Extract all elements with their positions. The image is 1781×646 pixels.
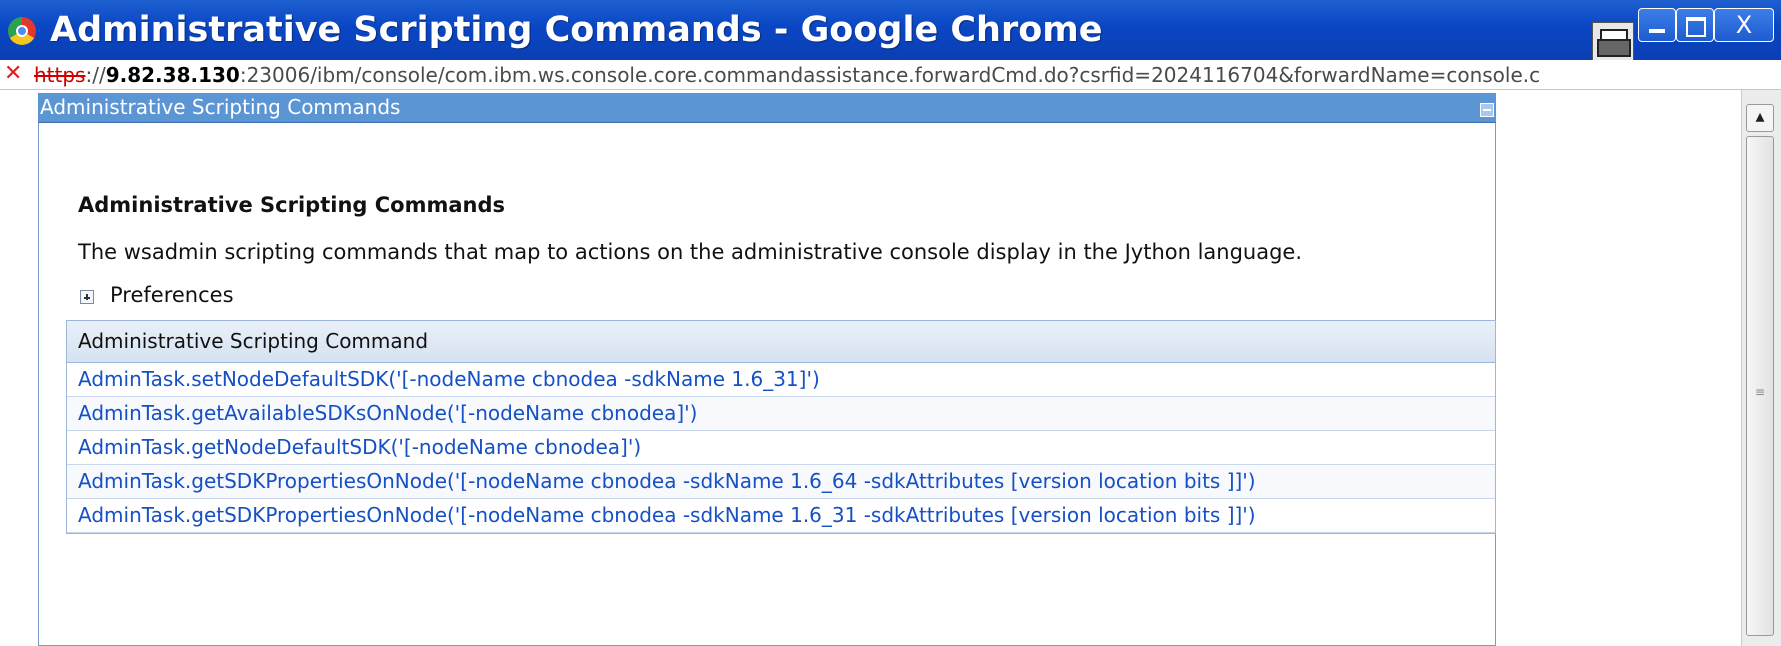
url-path: :23006/ibm/console/com.ibm.ws.console.co…: [239, 63, 1541, 87]
close-icon: X: [1735, 11, 1753, 39]
url-text[interactable]: https://9.82.38.130:23006/ibm/console/co…: [34, 62, 1540, 88]
table-header: Administrative Scripting Command: [67, 321, 1495, 363]
address-bar[interactable]: ✕ https://9.82.38.130:23006/ibm/console/…: [0, 60, 1781, 90]
printer-icon[interactable]: [1592, 22, 1634, 62]
expand-plus-icon[interactable]: [80, 290, 94, 304]
page-heading: Administrative Scripting Commands: [78, 193, 506, 217]
table-row: AdminTask.setNodeDefaultSDK('[-nodeName …: [67, 363, 1495, 397]
command-link[interactable]: AdminTask.getSDKPropertiesOnNode('[-node…: [78, 503, 1256, 527]
command-link[interactable]: AdminTask.setNodeDefaultSDK('[-nodeName …: [78, 367, 820, 391]
window-title: Administrative Scripting Commands - Goog…: [50, 10, 1103, 50]
url-separator: ://: [85, 63, 106, 87]
scroll-thumb[interactable]: ≡: [1746, 136, 1774, 636]
page-content: Administrative Scripting Commands Admini…: [0, 90, 1741, 646]
portlet-header: Administrative Scripting Commands: [38, 93, 1496, 123]
portlet-title: Administrative Scripting Commands: [40, 95, 401, 119]
page-description: The wsadmin scripting commands that map …: [78, 240, 1303, 264]
table-row: AdminTask.getNodeDefaultSDK('[-nodeName …: [67, 431, 1495, 465]
maximize-button[interactable]: [1676, 8, 1714, 42]
preferences-toggle[interactable]: Preferences: [80, 283, 234, 307]
collapse-portlet-button[interactable]: [1480, 103, 1494, 117]
url-host: 9.82.38.130: [105, 63, 240, 87]
command-link[interactable]: AdminTask.getSDKPropertiesOnNode('[-node…: [78, 469, 1256, 493]
minimize-button[interactable]: [1638, 8, 1676, 42]
grip-icon: ≡: [1755, 385, 1766, 399]
table-row: AdminTask.getAvailableSDKsOnNode('[-node…: [67, 397, 1495, 431]
preferences-label: Preferences: [110, 283, 234, 307]
scroll-up-button[interactable]: ▴: [1746, 104, 1774, 132]
table-row: AdminTask.getSDKPropertiesOnNode('[-node…: [67, 499, 1495, 533]
title-bar[interactable]: Administrative Scripting Commands - Goog…: [0, 0, 1781, 62]
url-scheme: https: [34, 63, 86, 87]
browser-window: Administrative Scripting Commands - Goog…: [0, 0, 1781, 646]
insecure-connection-icon[interactable]: ✕: [4, 63, 28, 85]
chrome-logo-icon: [8, 17, 36, 45]
command-link[interactable]: AdminTask.getAvailableSDKsOnNode('[-node…: [78, 401, 697, 425]
vertical-scrollbar[interactable]: ▴ ≡: [1741, 90, 1781, 646]
command-link[interactable]: AdminTask.getNodeDefaultSDK('[-nodeName …: [78, 435, 641, 459]
commands-table: Administrative Scripting Command AdminTa…: [66, 320, 1496, 534]
close-button[interactable]: X: [1714, 8, 1774, 42]
table-row: AdminTask.getSDKPropertiesOnNode('[-node…: [67, 465, 1495, 499]
